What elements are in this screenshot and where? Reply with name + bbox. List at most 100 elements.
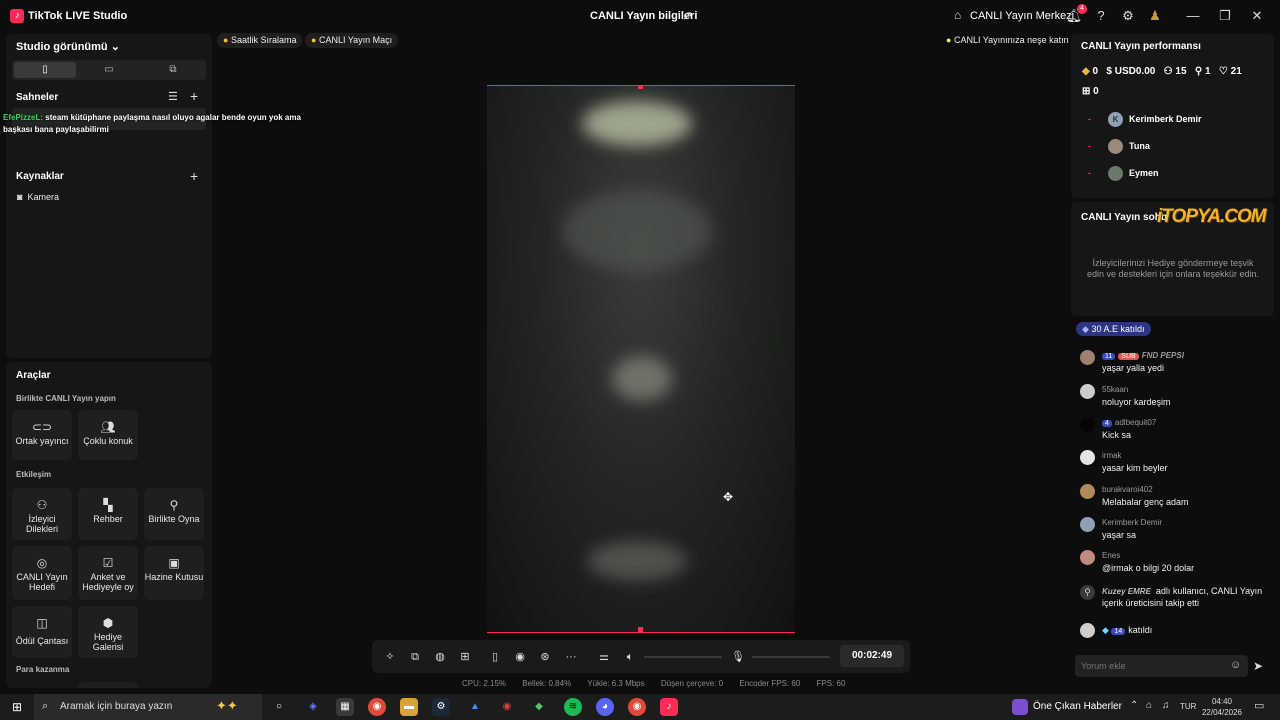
- add-source-icon[interactable]: +: [190, 168, 198, 184]
- viewer-wishes-button[interactable]: ⚇ İzleyici Dilekleri: [12, 488, 72, 540]
- phone-layout-icon[interactable]: ▯: [487, 649, 503, 665]
- tray-chevron-icon[interactable]: ⌃: [1130, 700, 1138, 711]
- close-icon[interactable]: ✕: [1248, 7, 1266, 25]
- dollar-icon: $: [1106, 66, 1112, 77]
- title-bar: ♪ TikTok LIVE Studio CANLI Yayın bilgile…: [0, 0, 1280, 32]
- comment-input[interactable]: [1081, 659, 1221, 673]
- hourly-ranking-pill[interactable]: ● Saatlik Sıralama: [217, 33, 303, 48]
- live-goal-button[interactable]: ◎ CANLI Yayın Hedefi: [12, 546, 72, 600]
- minimize-icon[interactable]: —: [1184, 7, 1202, 25]
- speaker-volume-slider[interactable]: [644, 656, 722, 658]
- chat-message: 11 SUB FND PEPSI yaşar yalla yedi: [1080, 350, 1275, 380]
- news-label[interactable]: Öne Çıkan Haberler: [1033, 701, 1122, 712]
- controls-bar: ✧ ⧉ ◍ ⊞ ▯ ◉ ⊛ ··· ⚌ 🔈︎ 🎙︎: [372, 640, 910, 673]
- gem-icon: ◆: [1082, 66, 1090, 77]
- tools-subtitle-together: Birlikte CANLI Yayın yapın: [16, 394, 116, 403]
- send-icon[interactable]: ➤: [1253, 659, 1263, 673]
- list-icon[interactable]: ☰: [168, 90, 178, 103]
- tiktok-taskbar-icon[interactable]: ♪: [660, 698, 678, 716]
- steam-icon[interactable]: ⚙: [432, 698, 450, 716]
- emoji-icon[interactable]: ☺: [1230, 659, 1241, 671]
- add-media-icon[interactable]: ⊞: [457, 649, 473, 665]
- metric-followers: 1: [1204, 66, 1211, 77]
- chrome-icon-2[interactable]: ◉: [628, 698, 646, 716]
- top-viewer-2[interactable]: - Tuna: [1088, 139, 1150, 155]
- camera-preview[interactable]: [487, 85, 795, 633]
- play-together-button[interactable]: ⚲ Birlikte Oyna: [144, 488, 204, 540]
- windows-start-icon[interactable]: ⊞: [8, 698, 26, 716]
- users-icon: 👥︎: [100, 420, 116, 434]
- co-host-button[interactable]: ⊂⊃ Ortak yayıncı: [12, 410, 72, 460]
- home-icon[interactable]: ⌂: [954, 8, 961, 22]
- source-camera[interactable]: ◙ Kamera: [17, 192, 59, 202]
- studio-view-title[interactable]: Studio görünümü ⌄: [16, 40, 120, 53]
- live-center-link[interactable]: CANLI Yayın Merkezi: [970, 10, 1074, 22]
- adjust-icon[interactable]: ⚌: [596, 649, 612, 665]
- resize-handle-top[interactable]: [638, 86, 643, 89]
- screen-share-icon[interactable]: ⧉: [407, 649, 423, 665]
- mic-icon[interactable]: 🎙︎: [730, 649, 746, 665]
- speaker-icon[interactable]: 🔈︎: [622, 649, 638, 665]
- chrome-icon[interactable]: ◉: [368, 698, 386, 716]
- app-icon-crypto[interactable]: ◈: [304, 698, 322, 716]
- stat-fps: FPS: 60: [816, 679, 846, 688]
- discord-icon[interactable]: ◕: [596, 698, 614, 716]
- comment-input-box[interactable]: ☺: [1075, 655, 1248, 677]
- app-icon-cube[interactable]: ◆: [530, 698, 548, 716]
- windows-taskbar: ⊞ ⌕ Aramak için buraya yazın ✦✦ ○ ◈ ▦ ◉ …: [0, 694, 1280, 720]
- share-icon[interactable]: ↗: [682, 8, 693, 24]
- landscape-layout-icon[interactable]: ▭: [78, 62, 140, 78]
- chat-title: CANLI Yayın sohb: [1081, 212, 1167, 223]
- news-icon[interactable]: [1012, 699, 1028, 715]
- top-viewer-1[interactable]: - K Kerimberk Demir: [1088, 112, 1202, 128]
- performance-title: CANLI Yayın performansı: [1081, 41, 1201, 52]
- preview-bottom-glow: [587, 541, 687, 581]
- camera-settings-icon[interactable]: ⊛: [537, 649, 553, 665]
- notification-center-icon[interactable]: ▭: [1254, 699, 1264, 712]
- store-icon[interactable]: ▦: [336, 698, 354, 716]
- clock[interactable]: 04:40 22/04/2026: [1200, 696, 1244, 718]
- volume-icon[interactable]: ♫: [1162, 700, 1170, 711]
- app-icon-blue[interactable]: ▲: [466, 698, 484, 716]
- beauty-icon[interactable]: ◍: [432, 649, 448, 665]
- chat-message: 55kaan noluyor kardeşim: [1080, 384, 1275, 414]
- record-icon[interactable]: ◉: [512, 649, 528, 665]
- scenes-title: Sahneler: [16, 92, 59, 103]
- overlay-message-1: steam kütüphane paylaşma nasıl oluyo aga…: [45, 113, 301, 122]
- metric-usd: USD0.00: [1114, 66, 1156, 77]
- file-explorer-icon[interactable]: ▬: [400, 698, 418, 716]
- follower-icon: ⚲: [1194, 66, 1203, 77]
- resize-handle-bottom[interactable]: [638, 627, 643, 632]
- effects-icon[interactable]: ✧: [382, 649, 398, 665]
- spotify-icon[interactable]: ≋: [564, 698, 582, 716]
- app-icon-red[interactable]: ◉: [498, 698, 516, 716]
- avatar[interactable]: ♟: [1146, 7, 1164, 25]
- settings-icon[interactable]: ⚙: [1119, 7, 1137, 25]
- network-icon[interactable]: ⌂: [1146, 700, 1152, 711]
- treasure-chest-button[interactable]: ▣ Hazine Kutusu: [144, 546, 204, 600]
- avatar: [1080, 350, 1095, 365]
- reward-bag-button[interactable]: ◫ Ödül Çantası: [12, 606, 72, 658]
- live-match-pill[interactable]: ● CANLI Yayın Maçı: [305, 33, 399, 48]
- bulb-icon: ●: [946, 35, 952, 45]
- cortana-icon[interactable]: ○: [270, 698, 288, 716]
- portrait-layout-icon[interactable]: ▯: [14, 62, 76, 78]
- guide-button[interactable]: ▚ Rehber: [78, 488, 138, 540]
- maximize-icon[interactable]: ❐: [1216, 7, 1234, 25]
- poll-button[interactable]: ☑ Anket ve Hediyeyle oy: [78, 546, 138, 600]
- language-indicator[interactable]: TUR: [1180, 702, 1196, 711]
- help-icon[interactable]: ?: [1092, 7, 1110, 25]
- add-scene-icon[interactable]: +: [190, 88, 198, 104]
- fun-tip-pill[interactable]: ● CANLI Yayınınıza neşe katın: [940, 33, 1075, 48]
- taskbar-search[interactable]: ⌕ Aramak için buraya yazın ✦✦: [34, 694, 262, 720]
- mic-volume-slider[interactable]: [752, 656, 830, 658]
- more-icon[interactable]: ···: [563, 649, 579, 665]
- dual-layout-icon[interactable]: ⧉: [142, 62, 204, 78]
- gift-gallery-button[interactable]: ⬢ Hediye Galerisi: [78, 606, 138, 658]
- metric-viewers: 15: [1175, 66, 1187, 77]
- multi-guest-button[interactable]: 👥︎ Çoklu konuk: [78, 410, 138, 460]
- top-viewer-3[interactable]: - Eymen: [1088, 166, 1159, 182]
- sources-title: Kaynaklar: [16, 171, 64, 182]
- tools-subtitle-monetization: Para kazanma: [16, 665, 70, 674]
- stat-cpu: CPU: 2.15%: [462, 679, 507, 688]
